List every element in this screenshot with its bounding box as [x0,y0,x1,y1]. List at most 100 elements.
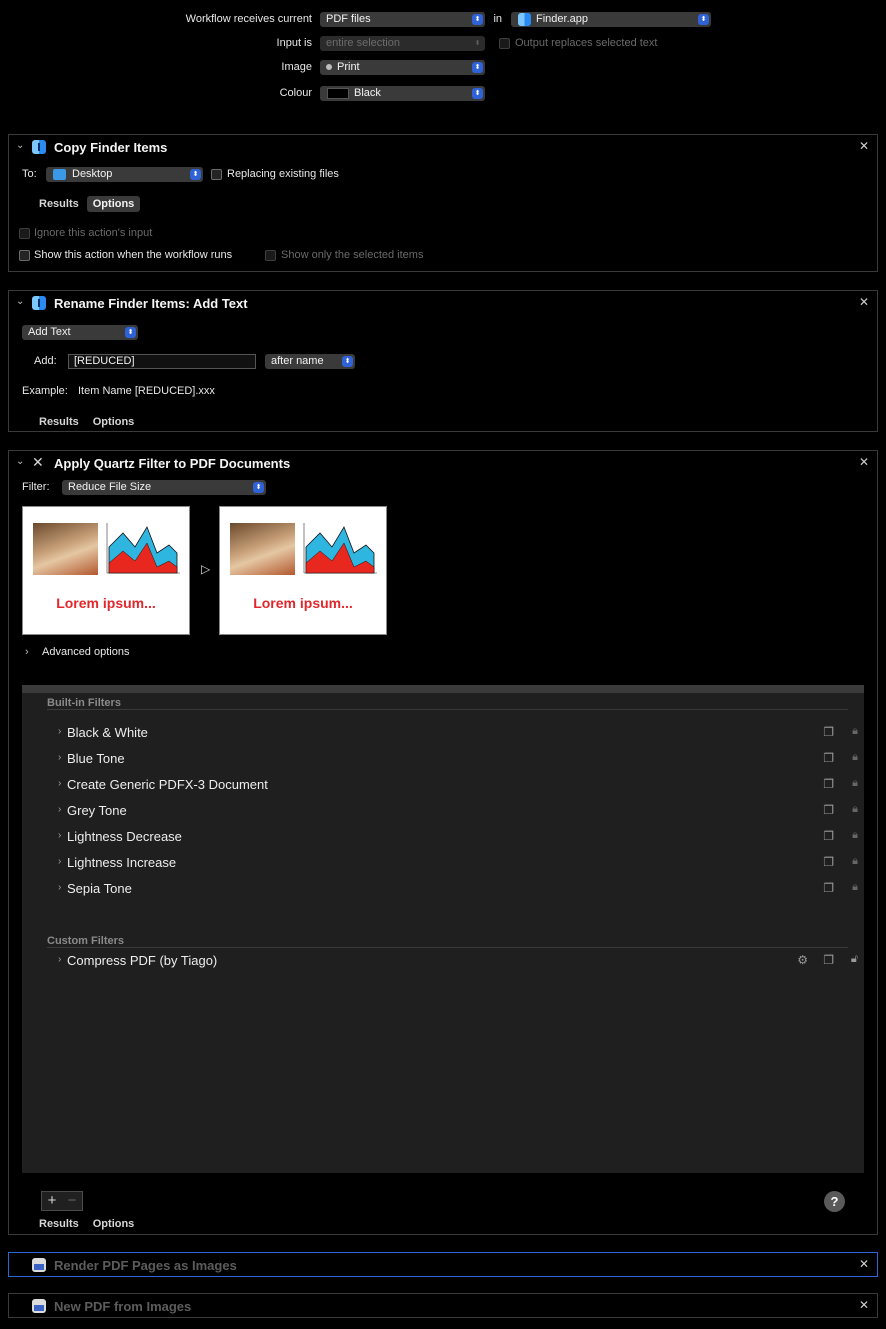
close-icon[interactable]: ✕ [859,455,869,469]
filter-label: Filter: [22,481,50,493]
advanced-options-toggle[interactable]: Advanced options [42,646,129,658]
filtered-preview: Lorem ipsum... [219,506,387,635]
popup-arrows-icon: ⬍ [698,14,709,25]
replacing-checkbox[interactable] [211,169,222,180]
close-icon[interactable]: ✕ [859,1298,869,1312]
filter-row[interactable]: › Grey Tone ❐ 🔒︎ [58,800,858,822]
tab-results[interactable]: Results [33,1216,85,1232]
filter-row[interactable]: › Sepia Tone ❐ 🔒︎ [58,878,858,900]
popup-arrows-icon: ⬍ [125,327,136,338]
chevron-down-icon[interactable]: ⌄ [16,140,24,151]
filter-list-panel: Built-in Filters › Black & White ❐ 🔒︎ › Blue … [22,685,864,1212]
chevron-down-icon[interactable]: ⌄ [16,456,24,467]
popup-arrows-icon: ⬍ [472,62,483,73]
duplicate-icon[interactable]: ❐ [823,803,834,817]
filter-name: Lightness Increase [67,855,177,870]
render-pdf-pages-action[interactable]: Render PDF Pages as Images ✕ [8,1252,878,1277]
receives-popup[interactable]: PDF files ⬍ [320,12,485,27]
preview-chart [303,523,377,574]
chevron-right-icon[interactable]: › [58,830,61,841]
tab-options[interactable]: Options [87,1216,141,1232]
lock-icon: 🔒︎ [852,881,858,893]
filter-popup[interactable]: Reduce File Size ⬍ [62,480,266,495]
finder-icon [32,296,46,310]
rename-finder-items-action: ⌄ Rename Finder Items: Add Text ✕ Add Te… [8,290,878,432]
preview-app-icon [32,1258,46,1272]
remove-filter-button: − [67,1192,77,1209]
show-selected-label: Show only the selected items [281,249,424,261]
lock-icon: 🔒︎ [852,751,858,763]
app-popup[interactable]: Finder.app ⬍ [511,12,711,27]
action-header[interactable]: ⌄ ✕ Apply Quartz Filter to PDF Documents… [9,451,877,475]
original-preview: Lorem ipsum... [22,506,190,635]
colour-popup[interactable]: Black ⬍ [320,86,485,101]
filter-name: Black & White [67,725,148,740]
show-selected-checkbox [265,250,276,261]
new-pdf-from-images-action[interactable]: New PDF from Images ✕ [8,1293,878,1318]
ignore-input-label: Ignore this action's input [34,227,153,239]
tab-options[interactable]: Options [87,414,141,430]
filter-row[interactable]: › Black & White ❐ 🔒︎ [58,722,858,744]
colour-swatch [327,88,349,99]
filter-name: Blue Tone [67,751,125,766]
duplicate-icon[interactable]: ❐ [823,881,834,895]
lock-icon: 🔒︎ [852,725,858,737]
chevron-right-icon[interactable]: › [58,882,61,893]
action-title: Apply Quartz Filter to PDF Documents [54,456,291,471]
chevron-right-icon[interactable]: › [58,954,61,965]
filter-row[interactable]: › Blue Tone ❐ 🔒︎ [58,748,858,770]
action-header[interactable]: ⌄ Copy Finder Items ✕ [9,135,877,159]
arrow-right-icon: ▷ [201,562,211,576]
tab-results[interactable]: Results [33,414,85,430]
ignore-input-checkbox [19,228,30,239]
add-label: Add: [34,355,57,367]
filter-name: Sepia Tone [67,881,132,896]
action-header[interactable]: ⌄ Rename Finder Items: Add Text ✕ [9,291,877,315]
chevron-right-icon[interactable]: › [58,856,61,867]
chevron-right-icon[interactable]: › [58,752,61,763]
add-text-field[interactable]: [REDUCED] [68,354,256,369]
lock-icon: 🔒︎ [852,829,858,841]
popup-arrows-icon: ⬍ [472,14,483,25]
help-button[interactable]: ? [824,1191,845,1212]
popup-arrows-icon: ⬍ [342,356,353,367]
duplicate-icon[interactable]: ❐ [823,855,834,869]
close-icon[interactable]: ✕ [859,139,869,153]
duplicate-icon[interactable]: ❐ [823,953,834,967]
duplicate-icon[interactable]: ❐ [823,751,834,765]
chevron-right-icon[interactable]: › [58,726,61,737]
destination-popup[interactable]: Desktop ⬍ [46,167,203,182]
rename-mode-popup[interactable]: Add Text ⬍ [22,325,138,340]
action-tabs: Results Options [33,1216,142,1232]
close-icon[interactable]: ✕ [859,1257,869,1271]
duplicate-icon[interactable]: ❐ [823,777,834,791]
filter-row[interactable]: › Lightness Increase ❐ 🔒︎ [58,852,858,874]
chevron-right-icon[interactable]: › [25,646,29,658]
input-is-label: Input is [276,37,312,49]
filter-name: Grey Tone [67,803,127,818]
chevron-right-icon[interactable]: › [58,778,61,789]
colour-label: Colour [279,87,312,99]
show-action-checkbox[interactable] [19,250,30,261]
chevron-right-icon[interactable]: › [58,804,61,815]
preview-app-icon [32,1299,46,1313]
image-popup[interactable]: Print ⬍ [320,60,485,75]
input-is-popup: entire selection ⬍ [320,36,485,51]
filter-row[interactable]: › Lightness Decrease ❐ 🔒︎ [58,826,858,848]
duplicate-icon[interactable]: ❐ [823,829,834,843]
tab-results[interactable]: Results [33,196,85,212]
action-title: Rename Finder Items: Add Text [54,296,248,311]
output-replaces-label: Output replaces selected text [515,37,658,49]
filter-row[interactable]: › Create Generic PDFX-3 Document ❐ 🔒︎ [58,774,858,796]
gear-icon[interactable]: ⚙ [797,953,808,967]
duplicate-icon[interactable]: ❐ [823,725,834,739]
chevron-down-icon[interactable]: ⌄ [16,296,24,307]
close-icon[interactable]: ✕ [859,295,869,309]
popup-arrows-icon: ⬍ [253,482,264,493]
position-popup[interactable]: after name ⬍ [265,354,355,369]
tab-options[interactable]: Options [86,196,141,212]
unlock-icon[interactable]: 🔓︎ [851,953,858,966]
add-filter-button[interactable]: + [42,1192,62,1210]
filter-row-custom[interactable]: › Compress PDF (by Tiago) ⚙ ❐ 🔓︎ [58,950,858,972]
action-title: Copy Finder Items [54,140,168,155]
